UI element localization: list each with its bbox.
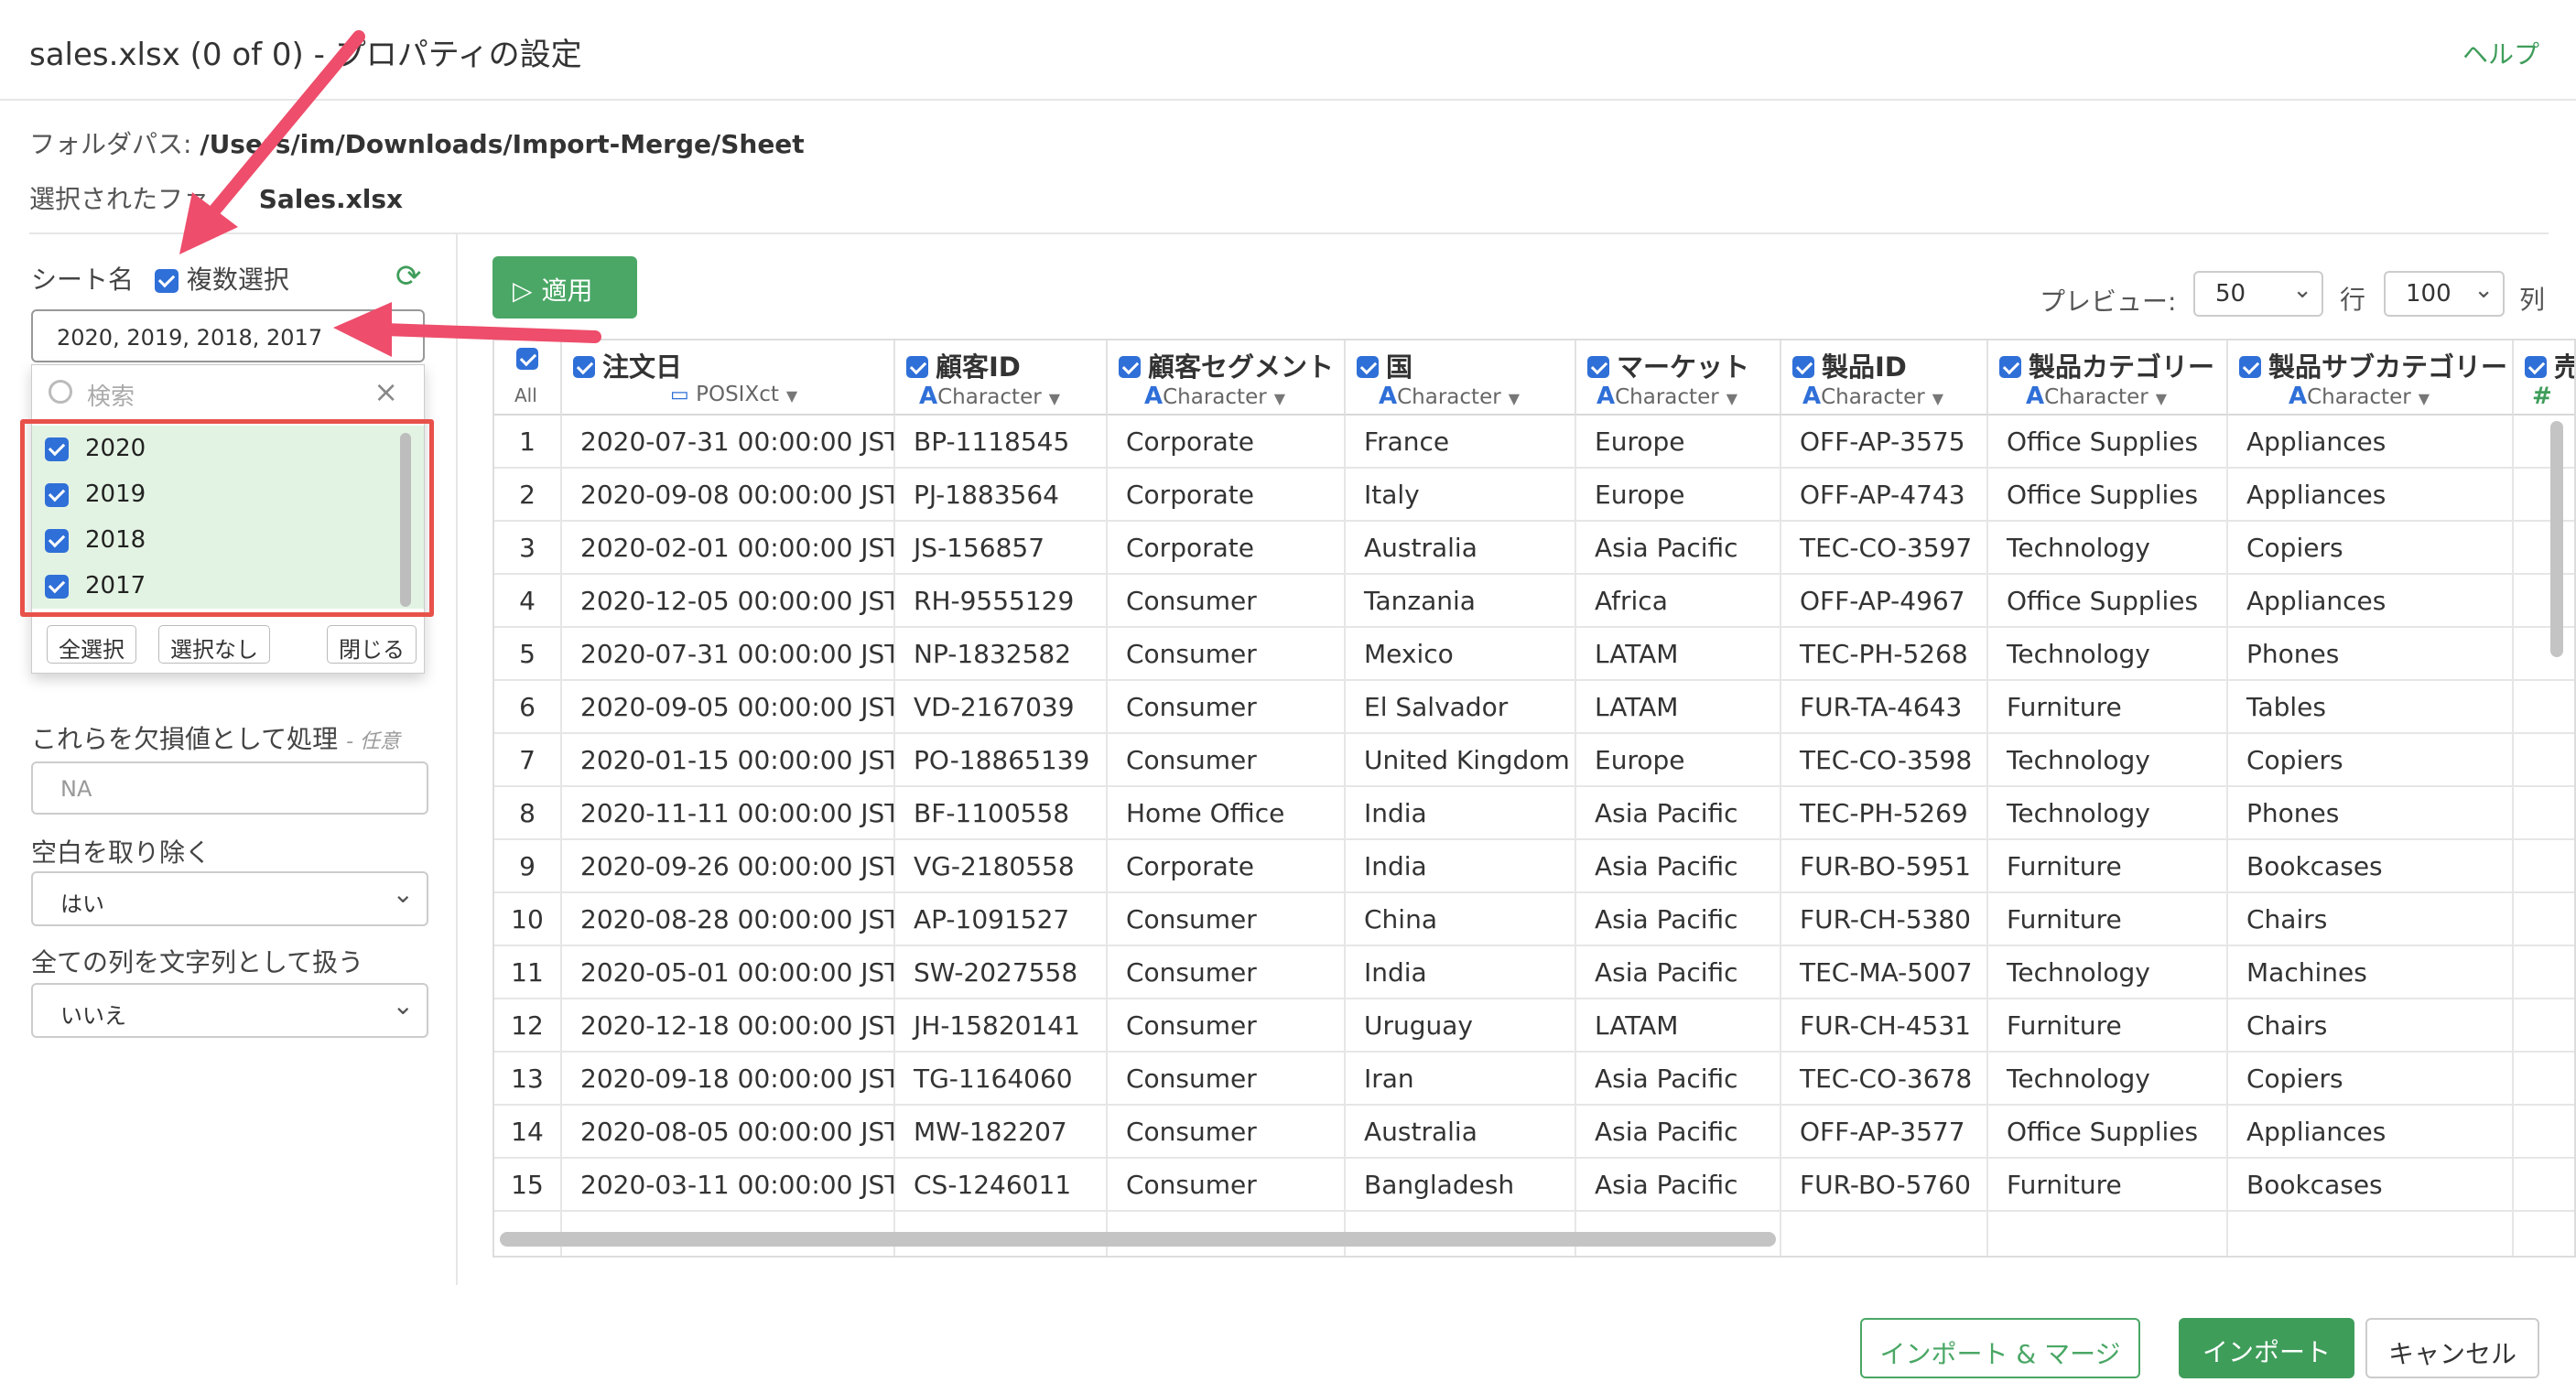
annotation-arrow: [179, 30, 365, 254]
annotation-arrows: [179, 30, 601, 357]
annotation-arrow: [333, 302, 601, 357]
